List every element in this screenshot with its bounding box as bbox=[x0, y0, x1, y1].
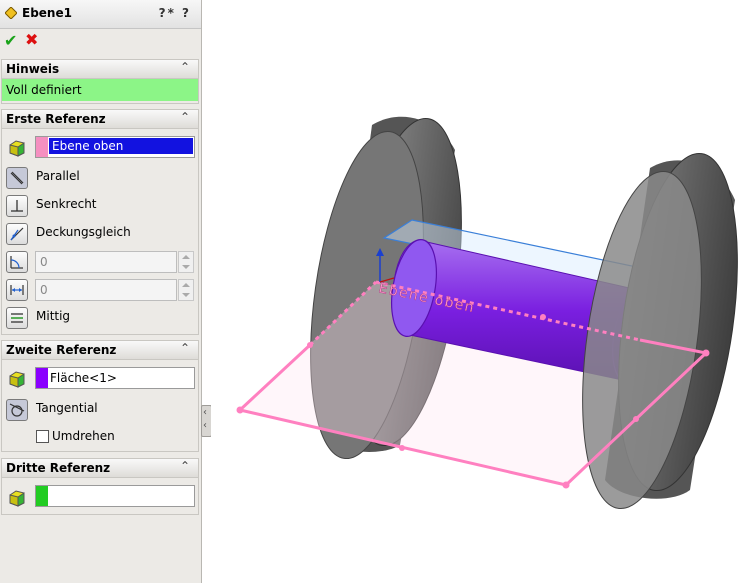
option-perpendicular[interactable]: Senkrecht bbox=[2, 193, 198, 217]
flip-checkbox[interactable] bbox=[36, 430, 49, 443]
angle-input[interactable]: 0 bbox=[35, 251, 177, 273]
third-reference-title: Dritte Referenz bbox=[6, 461, 111, 475]
distance-input[interactable]: 0 bbox=[35, 279, 177, 301]
first-reference-header[interactable]: Erste Referenz ⌃ bbox=[2, 110, 198, 129]
collapse-icon[interactable]: ⌃ bbox=[180, 459, 190, 473]
midplane-icon[interactable] bbox=[6, 307, 28, 329]
help-icon[interactable]: ?* ? bbox=[159, 6, 191, 20]
first-reference-value: Ebene oben bbox=[49, 138, 193, 154]
second-reference-color-swatch bbox=[36, 368, 48, 388]
angle-icon[interactable] bbox=[6, 251, 28, 273]
first-reference-group: Erste Referenz ⌃ Ebene oben Parallel Sen… bbox=[1, 109, 199, 335]
first-reference-color-swatch bbox=[36, 137, 48, 157]
second-reference-title: Zweite Referenz bbox=[6, 343, 117, 357]
option-tangent[interactable]: Tangential bbox=[2, 397, 198, 421]
option-coincident[interactable]: Deckungsgleich bbox=[2, 221, 198, 245]
tangent-icon[interactable] bbox=[6, 399, 28, 421]
option-parallel-label: Parallel bbox=[36, 169, 80, 183]
distance-spinner[interactable] bbox=[178, 279, 194, 301]
option-perpendicular-label: Senkrecht bbox=[36, 197, 97, 211]
distance-row: 0 bbox=[2, 277, 198, 301]
reference-cube-icon bbox=[9, 371, 25, 388]
window-title: Ebene1 bbox=[22, 6, 72, 20]
second-reference-header[interactable]: Zweite Referenz ⌃ bbox=[2, 341, 198, 360]
third-reference-color-swatch bbox=[36, 486, 48, 506]
collapse-icon[interactable]: ⌃ bbox=[180, 110, 190, 124]
reference-cube-icon bbox=[9, 140, 25, 157]
action-bar: ✔ ✖ bbox=[0, 29, 200, 53]
property-manager: Ebene1 ?* ? ✔ ✖ Hinweis ⌃ Voll definiert… bbox=[0, 0, 202, 583]
hint-group-title: Hinweis bbox=[6, 62, 60, 76]
title-bar: Ebene1 ?* ? bbox=[0, 0, 201, 29]
second-reference-value: Fläche<1> bbox=[50, 371, 117, 385]
option-tangent-label: Tangential bbox=[36, 401, 98, 415]
reference-cube-icon bbox=[9, 490, 25, 507]
plane-feature-icon bbox=[5, 7, 17, 19]
first-reference-selection-box[interactable]: Ebene oben bbox=[35, 136, 195, 158]
hint-group-header[interactable]: Hinweis ⌃ bbox=[2, 60, 198, 79]
parallel-icon[interactable] bbox=[6, 167, 28, 189]
collapse-icon[interactable]: ⌃ bbox=[180, 60, 190, 74]
first-reference-title: Erste Referenz bbox=[6, 112, 106, 126]
collapse-icon[interactable]: ⌃ bbox=[180, 341, 190, 355]
option-coincident-label: Deckungsgleich bbox=[36, 225, 131, 239]
distance-icon[interactable] bbox=[6, 279, 28, 301]
option-parallel[interactable]: Parallel bbox=[2, 165, 198, 189]
second-reference-selection-box[interactable]: Fläche<1> bbox=[35, 367, 195, 389]
hint-group: Hinweis ⌃ Voll definiert bbox=[1, 59, 199, 104]
status-text: Voll definiert bbox=[6, 83, 82, 97]
option-midplane[interactable]: Mittig bbox=[2, 305, 198, 329]
cancel-button[interactable]: ✖ bbox=[25, 30, 38, 49]
angle-row: 0 bbox=[2, 249, 198, 273]
flip-label: Umdrehen bbox=[52, 429, 115, 443]
third-reference-selection-box[interactable] bbox=[35, 485, 195, 507]
third-reference-group: Dritte Referenz ⌃ bbox=[1, 458, 199, 515]
graphics-area[interactable]: Ebene oben bbox=[211, 0, 745, 583]
second-reference-group: Zweite Referenz ⌃ Fläche<1> Tangential U… bbox=[1, 340, 199, 452]
perpendicular-icon[interactable] bbox=[6, 195, 28, 217]
angle-value: 0 bbox=[40, 255, 48, 269]
angle-spinner[interactable] bbox=[178, 251, 194, 273]
ok-button[interactable]: ✔ bbox=[4, 31, 17, 50]
third-reference-header[interactable]: Dritte Referenz ⌃ bbox=[2, 459, 198, 478]
option-midplane-label: Mittig bbox=[36, 309, 71, 323]
distance-value: 0 bbox=[40, 283, 48, 297]
status-box: Voll definiert bbox=[2, 79, 198, 101]
model-view[interactable]: Ebene oben bbox=[211, 0, 745, 583]
coincident-icon[interactable] bbox=[6, 223, 28, 245]
